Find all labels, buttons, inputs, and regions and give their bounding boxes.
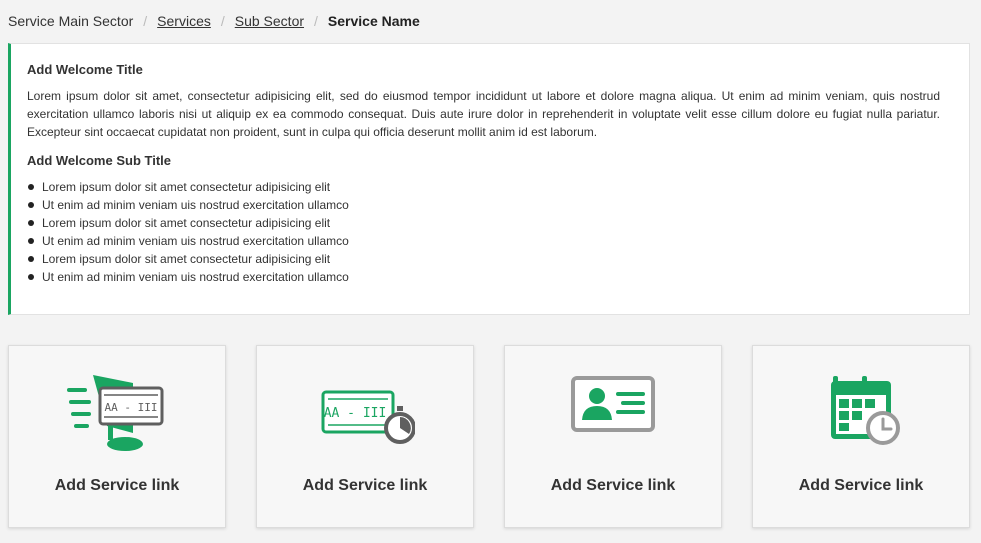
list-item: Lorem ipsum dolor sit amet consectetur a… bbox=[27, 214, 940, 232]
breadcrumb-services-link[interactable]: Services bbox=[157, 13, 211, 29]
welcome-list: Lorem ipsum dolor sit amet consectetur a… bbox=[27, 178, 940, 286]
service-card-4[interactable]: Add Service link bbox=[752, 345, 970, 528]
id-card-icon bbox=[571, 376, 655, 432]
breadcrumb-sub-sector-link[interactable]: Sub Sector bbox=[235, 13, 304, 29]
breadcrumb-main-sector[interactable]: Service Main Sector bbox=[8, 13, 133, 29]
breadcrumb-separator: / bbox=[220, 13, 225, 29]
breadcrumb: Service Main Sector / Services / Sub Sec… bbox=[8, 13, 420, 29]
list-item: Ut enim ad minim veniam uis nostrud exer… bbox=[27, 196, 940, 214]
welcome-subtitle: Add Welcome Sub Title bbox=[27, 153, 171, 168]
service-link-label[interactable]: Add Service link bbox=[9, 477, 225, 495]
welcome-paragraph: Lorem ipsum dolor sit amet, consectetur … bbox=[27, 89, 940, 139]
list-item: Ut enim ad minim veniam uis nostrud exer… bbox=[27, 268, 940, 286]
list-item: Ut enim ad minim veniam uis nostrud exer… bbox=[27, 232, 940, 250]
list-item: Lorem ipsum dolor sit amet consectetur a… bbox=[27, 250, 940, 268]
breadcrumb-separator: / bbox=[143, 13, 148, 29]
welcome-panel: Add Welcome Title Lorem ipsum dolor sit … bbox=[8, 43, 970, 315]
welcome-title: Add Welcome Title bbox=[27, 62, 143, 77]
plate-text: AA - III bbox=[324, 406, 387, 421]
plate-monitor-icon: AA - III bbox=[67, 375, 164, 451]
service-link-label[interactable]: Add Service link bbox=[257, 477, 473, 495]
calendar-clock-icon bbox=[831, 376, 900, 445]
service-link-label[interactable]: Add Service link bbox=[505, 477, 721, 495]
breadcrumb-separator: / bbox=[314, 13, 318, 29]
plate-timer-icon: AA - III bbox=[321, 390, 415, 444]
service-link-label[interactable]: Add Service link bbox=[753, 477, 969, 495]
service-card-3[interactable]: Add Service link bbox=[504, 345, 722, 528]
plate-text: AA - III bbox=[105, 401, 158, 414]
list-item: Lorem ipsum dolor sit amet consectetur a… bbox=[27, 178, 940, 196]
service-card-1[interactable]: AA - III Add Service link bbox=[8, 345, 226, 528]
service-card-2[interactable]: AA - III Add Service link bbox=[256, 345, 474, 528]
breadcrumb-current: Service Name bbox=[327, 13, 420, 29]
